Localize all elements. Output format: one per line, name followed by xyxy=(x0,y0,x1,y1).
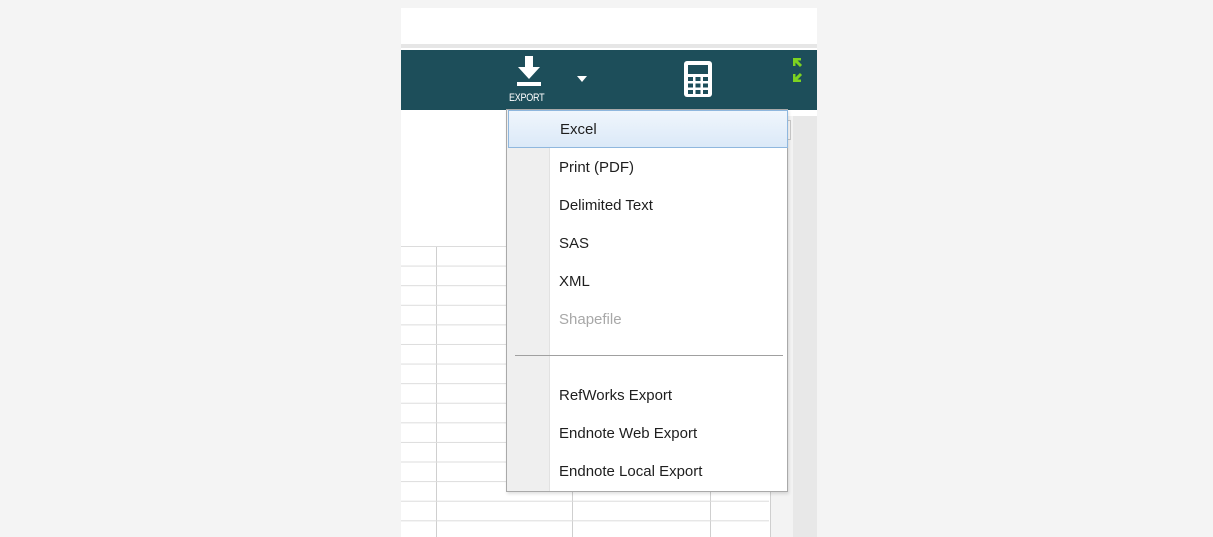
top-divider xyxy=(401,44,817,48)
menu-separator xyxy=(515,355,783,356)
menu-item-label: Excel xyxy=(560,121,597,138)
caret-down-icon[interactable] xyxy=(577,76,587,82)
toolbar: EXPORT xyxy=(401,50,817,110)
menu-item-endnote-web-export[interactable]: Endnote Web Export xyxy=(507,415,787,453)
export-label: EXPORT xyxy=(508,92,545,104)
export-menu: Excel Print (PDF) Delimited Text SAS XML… xyxy=(506,109,788,492)
menu-item-refworks-export[interactable]: RefWorks Export xyxy=(507,377,787,415)
menu-item-delimited-text[interactable]: Delimited Text xyxy=(507,187,787,225)
menu-item-xml[interactable]: XML xyxy=(507,263,787,301)
menu-item-label: Delimited Text xyxy=(559,197,653,214)
menu-item-label: Print (PDF) xyxy=(559,159,634,176)
menu-item-label: RefWorks Export xyxy=(559,387,673,404)
menu-item-shapefile: Shapefile xyxy=(507,301,787,339)
menu-item-excel[interactable]: Excel xyxy=(508,110,788,148)
download-icon xyxy=(517,56,541,86)
menu-item-label: Shapefile xyxy=(559,311,622,328)
calculator-icon[interactable] xyxy=(683,60,713,98)
menu-item-label: XML xyxy=(559,273,590,290)
menu-item-label: Endnote Local Export xyxy=(559,463,703,480)
menu-item-print-pdf[interactable]: Print (PDF) xyxy=(507,149,787,187)
menu-item-endnote-local-export[interactable]: Endnote Local Export xyxy=(507,453,787,491)
menu-item-sas[interactable]: SAS xyxy=(507,225,787,263)
expand-icon[interactable] xyxy=(793,58,817,82)
export-button[interactable]: EXPORT xyxy=(507,56,587,106)
menu-item-label: Endnote Web Export xyxy=(559,425,698,442)
menu-item-label: SAS xyxy=(559,235,590,252)
side-panel xyxy=(793,116,817,537)
